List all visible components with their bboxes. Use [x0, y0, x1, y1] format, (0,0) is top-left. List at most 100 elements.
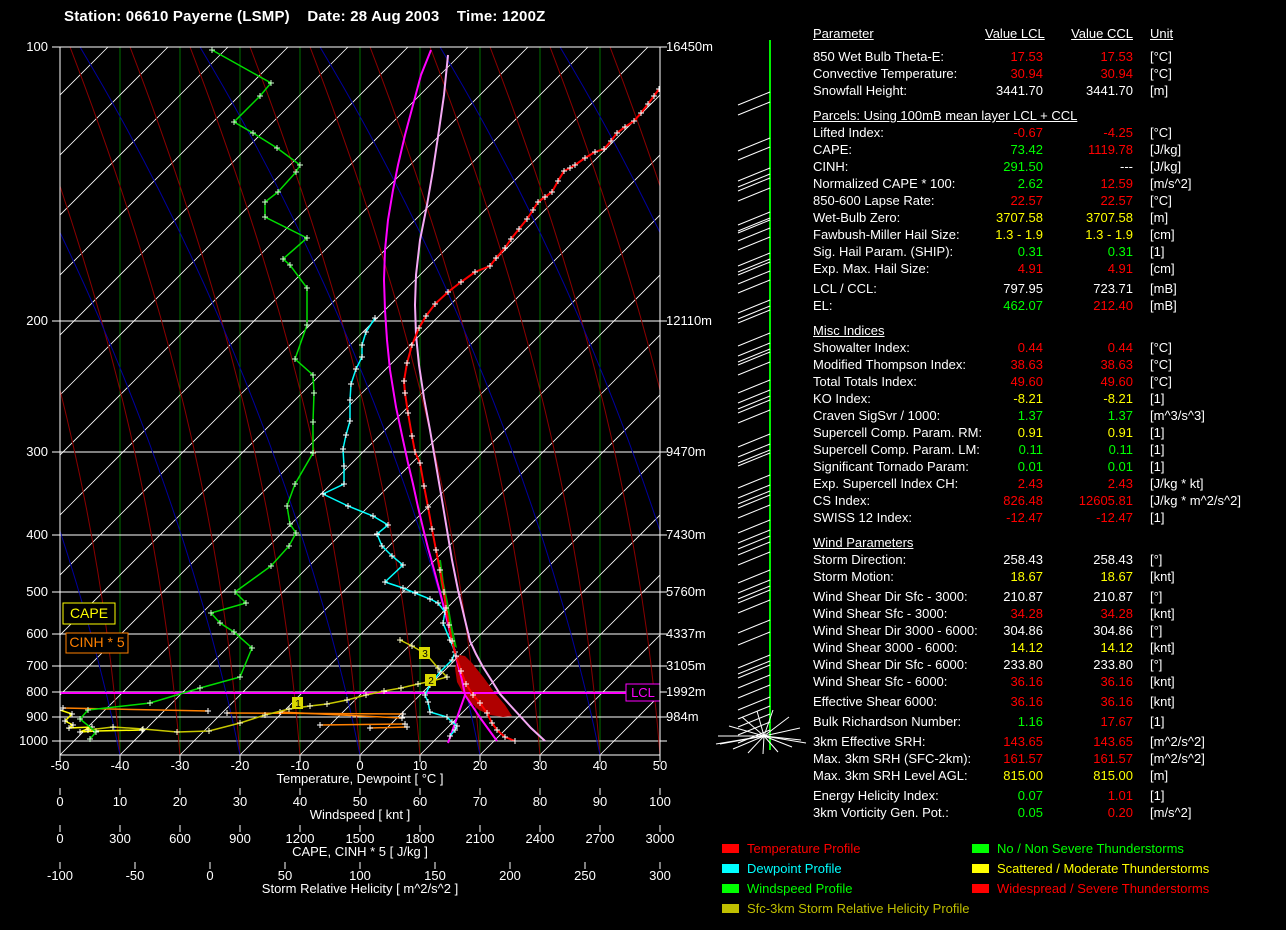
- param-label: Snowfall Height:: [813, 83, 907, 98]
- value-ccl: 3707.58: [1086, 210, 1133, 225]
- legend-swatch: [722, 904, 739, 913]
- table-row: Craven SigSvr / 1000: 1.37 1.37 [m^3/s^3]: [813, 407, 1286, 424]
- unit: [mB]: [1150, 281, 1177, 296]
- table-row: Normalized CAPE * 100: 2.62 12.59 [m/s^2]: [813, 175, 1286, 192]
- altitude-label: 12110m: [666, 313, 712, 328]
- unit: [m]: [1150, 210, 1169, 225]
- altitude-label: 7430m: [666, 527, 706, 542]
- param-label: Exp. Max. Hail Size:: [813, 261, 930, 276]
- value-lcl: 18.67: [1010, 569, 1043, 584]
- axis-tick-label: 2100: [466, 831, 495, 846]
- value-ccl: -12.47: [1096, 510, 1133, 525]
- table-row: Storm Direction: 258.43 258.43 [°]: [813, 551, 1286, 568]
- axis-tick-label: 20: [173, 794, 187, 809]
- svg-text:1: 1: [295, 699, 301, 710]
- barb-starburst-ray: [762, 735, 765, 755]
- legend-item: Sfc-3km Storm Relative Helicity Profile: [722, 901, 970, 921]
- table-row: Total Totals Index: 49.60 49.60 [°C]: [813, 373, 1286, 390]
- axis-title: Temperature, Dewpoint [ °C ]: [276, 771, 443, 786]
- value-lcl: 258.43: [1003, 552, 1043, 567]
- table-row: 3km Vorticity Gen. Pot.: 0.05 0.20 [m/s^2]: [813, 804, 1286, 821]
- legend-thunderstorms: No / Non Severe Thunderstorms Scattered /…: [972, 841, 1209, 901]
- axis-tick-label: 0: [56, 794, 63, 809]
- table-row: 3km Effective SRH: 143.65 143.65 [m^2/s^2]: [813, 733, 1286, 750]
- cinh-profile: [369, 726, 408, 729]
- lcl-label: LCL: [631, 685, 655, 700]
- pressure-label: 1000: [19, 733, 48, 748]
- table-row: EL: 462.07 212.40 [mB]: [813, 297, 1286, 314]
- table-row: LCL / CCL: 797.95 723.71 [mB]: [813, 280, 1286, 297]
- altitude-label: 3105m: [666, 658, 706, 673]
- value-ccl: -4.25: [1103, 125, 1133, 140]
- value-ccl: 3441.70: [1086, 83, 1133, 98]
- altitude-label: 984m: [666, 709, 699, 724]
- unit: [°]: [1150, 589, 1163, 604]
- axis-title: CAPE, CINH * 5 [ J/kg ]: [292, 844, 428, 859]
- value-lcl: 3441.70: [996, 83, 1043, 98]
- legend-item: Scattered / Moderate Thunderstorms: [972, 861, 1209, 881]
- axis-tick-label: 40: [593, 758, 607, 773]
- table-row: Snowfall Height: 3441.70 3441.70 [m]: [813, 82, 1286, 99]
- param-label: Supercell Comp. Param. RM:: [813, 425, 983, 440]
- axis-tick-label: 30: [533, 758, 547, 773]
- axis-tick-label: -100: [47, 868, 73, 883]
- value-lcl: 797.95: [1003, 281, 1043, 296]
- value-lcl: 3707.58: [996, 210, 1043, 225]
- value-lcl: 1.3 - 1.9: [995, 227, 1043, 242]
- value-lcl: 291.50: [1003, 159, 1043, 174]
- param-label: Energy Helicity Index:: [813, 788, 939, 803]
- param-label: Fawbush-Miller Hail Size:: [813, 227, 960, 242]
- value-ccl: 34.28: [1100, 606, 1133, 621]
- axis-tick-label: 300: [109, 831, 131, 846]
- table-row: Supercell Comp. Param. RM: 0.91 0.91 [1]: [813, 424, 1286, 441]
- table-header-row: Parameter Value LCL Value CCL Unit: [813, 25, 1286, 42]
- unit: [knt]: [1150, 640, 1175, 655]
- axis-tick-label: 30: [233, 794, 247, 809]
- value-lcl: 304.86: [1003, 623, 1043, 638]
- axis-tick-label: 40: [293, 794, 307, 809]
- unit: [1]: [1150, 788, 1165, 803]
- value-ccl: 18.67: [1100, 569, 1133, 584]
- value-lcl: 233.80: [1003, 657, 1043, 672]
- param-label: CS Index:: [813, 493, 871, 508]
- value-lcl: 0.11: [1018, 442, 1043, 457]
- value-lcl: 22.57: [1010, 193, 1043, 208]
- pressure-label: 800: [26, 684, 48, 699]
- table-row: CS Index: 826.48 12605.81 [J/kg * m^2/s^2]: [813, 492, 1286, 509]
- value-ccl: ---: [1120, 159, 1133, 174]
- unit: [m^3/s^3]: [1150, 408, 1205, 423]
- table-row: SWISS 12 Index: -12.47 -12.47 [1]: [813, 509, 1286, 526]
- legend-item: Temperature Profile: [722, 841, 970, 861]
- table-row: Showalter Index: 0.44 0.44 [°C]: [813, 339, 1286, 356]
- value-ccl: 1.37: [1107, 408, 1133, 423]
- legend-label: Scattered / Moderate Thunderstorms: [997, 861, 1210, 876]
- unit: [1]: [1150, 442, 1165, 457]
- pressure-label: 900: [26, 709, 48, 724]
- value-lcl: 1.37: [1017, 408, 1043, 423]
- value-ccl: 12.59: [1100, 176, 1133, 191]
- table-row: Convective Temperature: 30.94 30.94 [°C]: [813, 65, 1286, 82]
- altitude-label: 4337m: [666, 626, 706, 641]
- param-label: Wind Shear Sfc - 6000:: [813, 674, 948, 689]
- unit: [m^2/s^2]: [1150, 751, 1205, 766]
- value-lcl: 34.28: [1010, 606, 1043, 621]
- axis-tick-label: -30: [171, 758, 190, 773]
- unit: [cm]: [1150, 227, 1175, 242]
- value-ccl: 0.31: [1107, 244, 1133, 259]
- table-row: Significant Tornado Param: 0.01 0.01 [1]: [813, 458, 1286, 475]
- value-lcl: -12.47: [1006, 510, 1043, 525]
- param-label: EL:: [813, 298, 833, 313]
- cinh-profile: [62, 707, 209, 712]
- legend-swatch: [722, 884, 739, 893]
- section-header: Wind Parameters: [813, 535, 914, 550]
- value-lcl: 826.48: [1003, 493, 1043, 508]
- axis-tick-label: 0: [56, 831, 63, 846]
- value-lcl: -8.21: [1013, 391, 1043, 406]
- axis-tick-label: 70: [473, 794, 487, 809]
- table-row: Max. 3km SRH Level AGL: 815.00 815.00 [m]: [813, 767, 1286, 784]
- table-row: Wind Shear 3000 - 6000: 14.12 14.12 [knt]: [813, 639, 1286, 656]
- unit: [1]: [1150, 510, 1165, 525]
- param-label: CINH:: [813, 159, 849, 174]
- value-ccl: 815.00: [1093, 768, 1133, 783]
- unit: [°C]: [1150, 125, 1172, 140]
